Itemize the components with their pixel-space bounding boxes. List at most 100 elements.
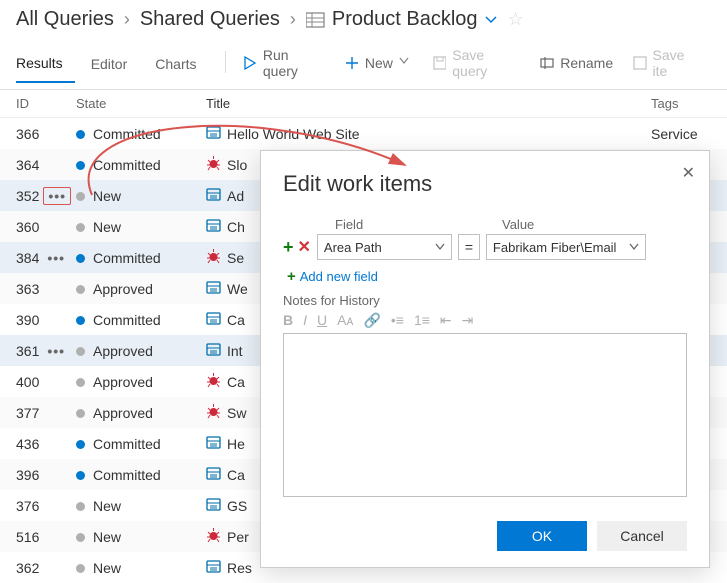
favorite-star-icon[interactable]: ☆ [508, 9, 524, 30]
field-dropdown-value: Area Path [324, 240, 382, 255]
table-row[interactable]: 366•••CommittedHello World Web SiteServi… [0, 118, 727, 149]
backlog-item-icon [206, 218, 221, 236]
breadcrumb: All Queries › Shared Queries › Product B… [0, 0, 727, 35]
row-state: Committed [76, 467, 206, 483]
rich-text-toolbar: B I U Aᴀ 🔗 •≡ 1≡ ⇤ ⇥ [283, 308, 687, 333]
field-dropdown[interactable]: Area Path [317, 234, 452, 260]
state-dot-icon [76, 502, 85, 511]
link-icon[interactable]: 🔗 [363, 312, 380, 329]
breadcrumb-all[interactable]: All Queries [16, 8, 114, 31]
state-dot-icon [76, 285, 85, 294]
tab-charts[interactable]: Charts [155, 50, 208, 82]
row-id: 377 [16, 405, 39, 421]
rename-button[interactable]: Rename [530, 51, 623, 81]
row-id: 363 [16, 281, 39, 297]
chevron-down-icon [435, 242, 445, 252]
row-state: Approved [76, 281, 206, 297]
value-label: Value [502, 217, 534, 232]
row-state: New [76, 529, 206, 545]
operator-dropdown[interactable]: = [458, 234, 480, 260]
add-new-field-link[interactable]: +Add new field [287, 268, 687, 285]
new-button[interactable]: New [335, 51, 423, 81]
field-row-actions: + ✕ [283, 237, 311, 258]
ok-button[interactable]: OK [497, 521, 587, 551]
state-dot-icon [76, 378, 85, 387]
bold-icon[interactable]: B [283, 312, 293, 329]
save-icon [433, 56, 446, 70]
row-state: Approved [76, 374, 206, 390]
bug-icon [206, 156, 221, 174]
value-dropdown[interactable]: Fabrikam Fiber\Email [486, 234, 646, 260]
plus-icon [345, 56, 359, 70]
row-state: Approved [76, 405, 206, 421]
backlog-item-icon [206, 280, 221, 298]
row-actions-icon[interactable]: ••• [43, 343, 69, 359]
row-id: 396 [16, 467, 39, 483]
edit-work-items-dialog: ✕ Edit work items Field Value + ✕ Area P… [260, 150, 710, 568]
breadcrumb-shared[interactable]: Shared Queries [140, 8, 280, 31]
notes-textarea[interactable] [283, 333, 687, 497]
chevron-down-icon[interactable] [484, 13, 498, 27]
field-row: + ✕ Area Path = Fabrikam Fiber\Email [283, 234, 687, 260]
outdent-icon[interactable]: ⇤ [440, 312, 452, 329]
state-dot-icon [76, 533, 85, 542]
col-header-state[interactable]: State [76, 96, 206, 111]
row-actions-icon[interactable]: ••• [43, 187, 71, 205]
remove-row-icon[interactable]: ✕ [298, 237, 311, 257]
backlog-item-icon [206, 435, 221, 453]
row-title[interactable]: Hello World Web Site [206, 125, 651, 143]
row-id: 362 [16, 560, 39, 576]
add-row-icon[interactable]: + [283, 237, 294, 258]
backlog-item-icon [206, 559, 221, 577]
dialog-title: Edit work items [283, 171, 687, 197]
play-icon [243, 56, 256, 70]
state-dot-icon [76, 130, 85, 139]
save-query-button: Save query [423, 43, 530, 89]
state-dot-icon [76, 254, 85, 263]
row-state: Committed [76, 312, 206, 328]
tab-results[interactable]: Results [16, 49, 75, 83]
col-header-title[interactable]: Title [206, 96, 651, 111]
run-query-button[interactable]: Run query [233, 43, 334, 89]
col-header-tags[interactable]: Tags [651, 96, 711, 111]
bug-icon [206, 373, 221, 391]
bug-icon [206, 249, 221, 267]
close-icon[interactable]: ✕ [682, 163, 695, 183]
indent-icon[interactable]: ⇥ [462, 312, 474, 329]
underline-icon[interactable]: U [317, 312, 327, 329]
row-state: New [76, 498, 206, 514]
state-dot-icon [76, 316, 85, 325]
row-id: 364 [16, 157, 39, 173]
row-id: 390 [16, 312, 39, 328]
chevron-down-icon [629, 242, 639, 252]
breadcrumb-current[interactable]: Product Backlog [332, 8, 478, 31]
row-id: 400 [16, 374, 39, 390]
tab-editor[interactable]: Editor [91, 50, 140, 82]
numbered-list-icon[interactable]: 1≡ [414, 312, 430, 329]
value-dropdown-value: Fabrikam Fiber\Email [493, 240, 617, 255]
plus-icon: + [287, 268, 296, 285]
row-state: New [76, 560, 206, 576]
table-header: ID State Title Tags [0, 90, 727, 118]
bug-icon [206, 404, 221, 422]
bulleted-list-icon[interactable]: •≡ [391, 312, 404, 329]
backlog-item-icon [206, 342, 221, 360]
italic-icon[interactable]: I [303, 312, 307, 329]
state-dot-icon [76, 440, 85, 449]
row-id: 366 [16, 126, 39, 142]
save-icon [633, 56, 646, 70]
row-actions-icon[interactable]: ••• [43, 250, 69, 266]
font-size-icon[interactable]: Aᴀ [337, 312, 353, 329]
row-id: 376 [16, 498, 39, 514]
col-header-id[interactable]: ID [16, 96, 76, 111]
rename-icon [540, 56, 554, 70]
row-state: Approved [76, 343, 206, 359]
dialog-footer: OK Cancel [283, 521, 687, 551]
chevron-right-icon: › [286, 9, 300, 30]
state-dot-icon [76, 471, 85, 480]
state-dot-icon [76, 223, 85, 232]
row-id: 516 [16, 529, 39, 545]
row-id: 361 [16, 343, 39, 359]
cancel-button[interactable]: Cancel [597, 521, 687, 551]
field-labels: Field Value [335, 217, 687, 232]
